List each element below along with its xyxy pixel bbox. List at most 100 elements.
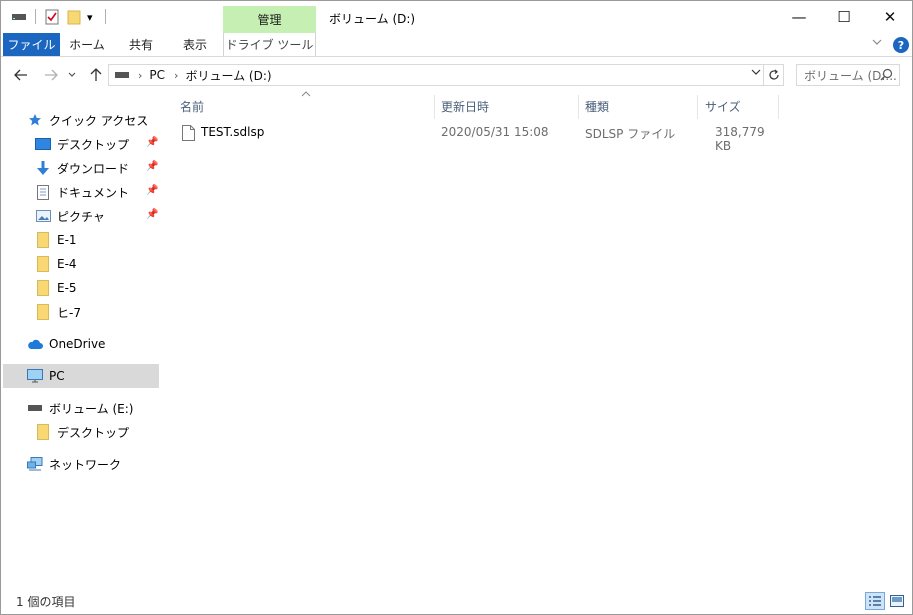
- column-divider[interactable]: [778, 95, 779, 119]
- pin-icon[interactable]: 📌: [146, 209, 158, 220]
- nav-label: デスクトップ: [57, 425, 130, 440]
- file-size: 318,779 KB: [715, 125, 765, 153]
- nav-quick-access[interactable]: クイック アクセス: [3, 108, 159, 132]
- breadcrumb-chevron-icon[interactable]: ›: [174, 69, 178, 82]
- address-row: › PC › ボリューム (D:) ボリューム (D:...: [1, 58, 912, 92]
- column-header-modified[interactable]: 更新日時: [441, 93, 489, 119]
- tab-file[interactable]: ファイル: [3, 33, 60, 56]
- tab-view[interactable]: 表示: [168, 33, 222, 56]
- tab-share[interactable]: 共有: [114, 33, 168, 56]
- back-arrow-icon[interactable]: [11, 66, 31, 84]
- file-icon: [182, 125, 195, 144]
- toolbar-separator: [105, 9, 106, 24]
- close-button[interactable]: ✕: [867, 1, 912, 33]
- item-count: 1 個の項目: [16, 595, 76, 609]
- nav-pictures[interactable]: ピクチャ 📌: [3, 204, 159, 228]
- drive-icon[interactable]: [11, 7, 27, 27]
- sort-ascending-icon: [301, 90, 311, 100]
- document-icon: [35, 184, 51, 200]
- nav-network[interactable]: ネットワーク: [3, 452, 159, 476]
- picture-icon: [35, 208, 51, 224]
- pin-icon[interactable]: 📌: [146, 137, 158, 148]
- forward-arrow-icon[interactable]: [41, 66, 61, 84]
- column-header-size[interactable]: サイズ: [705, 93, 741, 119]
- nav-folder-e1[interactable]: E-1: [3, 228, 159, 252]
- file-list-pane: 名前 更新日時 種類 サイズ TEST.sdlsp 2020/05/31 15:…: [161, 90, 912, 588]
- file-type: SDLSP ファイル: [585, 127, 676, 141]
- nav-onedrive[interactable]: OneDrive: [3, 332, 159, 356]
- cloud-icon: [27, 336, 43, 352]
- nav-desktop[interactable]: デスクトップ 📌: [3, 132, 159, 156]
- title-bar: ▾ 管理 ボリューム (D:) — ☐ ✕: [1, 1, 912, 33]
- file-name[interactable]: TEST.sdlsp: [201, 125, 264, 139]
- nav-volume-e[interactable]: ボリューム (E:): [3, 396, 159, 420]
- folder-icon: [35, 304, 51, 320]
- nav-folder-hi7[interactable]: ヒ-7: [3, 300, 159, 324]
- nav-label: ネットワーク: [49, 457, 122, 472]
- search-icon[interactable]: [880, 68, 893, 84]
- breadcrumb-volume-d[interactable]: ボリューム (D:): [185, 67, 271, 84]
- context-tab-header: 管理: [223, 6, 316, 33]
- nav-label: ヒ-7: [57, 305, 81, 320]
- nav-label: E-5: [57, 281, 77, 295]
- nav-desktop-folder[interactable]: デスクトップ: [3, 420, 159, 444]
- nav-label: PC: [49, 369, 65, 383]
- nav-folder-e4[interactable]: E-4: [3, 252, 159, 276]
- folder-icon: [35, 424, 51, 440]
- maximize-button[interactable]: ☐: [821, 1, 867, 33]
- toolbar-separator: [35, 9, 36, 24]
- breadcrumb-chevron-icon[interactable]: ›: [138, 69, 142, 82]
- tab-home[interactable]: ホーム: [60, 33, 114, 56]
- pin-icon[interactable]: 📌: [146, 161, 158, 172]
- drive-icon: [115, 72, 129, 78]
- nav-label: E-1: [57, 233, 77, 247]
- help-icon[interactable]: ?: [893, 37, 909, 53]
- drive-icon: [27, 400, 43, 416]
- nav-label: クイック アクセス: [49, 113, 149, 128]
- download-arrow-icon: [35, 160, 51, 176]
- folder-icon: [35, 256, 51, 272]
- address-bar[interactable]: › PC › ボリューム (D:): [108, 64, 784, 86]
- refresh-icon[interactable]: [763, 65, 783, 85]
- breadcrumb-pc[interactable]: PC: [149, 68, 165, 82]
- nav-label: ドキュメント: [57, 185, 130, 200]
- folder-icon: [35, 280, 51, 296]
- column-divider[interactable]: [434, 95, 435, 119]
- search-input[interactable]: ボリューム (D:...: [796, 64, 900, 86]
- large-icons-view-icon[interactable]: [887, 592, 907, 610]
- new-folder-icon[interactable]: [67, 7, 81, 27]
- nav-label: E-4: [57, 257, 77, 271]
- recent-locations-chevron-icon[interactable]: [65, 66, 79, 84]
- nav-folder-e5[interactable]: E-5: [3, 276, 159, 300]
- nav-downloads[interactable]: ダウンロード 📌: [3, 156, 159, 180]
- ribbon-expand-icon[interactable]: [871, 36, 883, 51]
- window-title: ボリューム (D:): [329, 12, 416, 26]
- details-view-icon[interactable]: [865, 592, 885, 610]
- properties-icon[interactable]: [45, 7, 59, 27]
- pin-icon[interactable]: 📌: [146, 185, 158, 196]
- minimize-button[interactable]: —: [776, 1, 822, 33]
- nav-label: ピクチャ: [57, 209, 105, 224]
- nav-label: ダウンロード: [57, 161, 130, 176]
- folder-icon: [35, 232, 51, 248]
- address-history-dropdown-icon[interactable]: [751, 67, 761, 78]
- nav-label: デスクトップ: [57, 137, 130, 152]
- status-bar: 1 個の項目: [1, 589, 912, 614]
- nav-documents[interactable]: ドキュメント 📌: [3, 180, 159, 204]
- nav-label: ボリューム (E:): [49, 401, 134, 416]
- customize-toolbar-dropdown-icon[interactable]: ▾: [87, 7, 93, 27]
- file-modified: 2020/05/31 15:08: [441, 125, 549, 139]
- up-arrow-icon[interactable]: [86, 66, 106, 84]
- explorer-window: ▾ 管理 ボリューム (D:) — ☐ ✕ ファイル ホーム 共有 表示 ドライ…: [0, 0, 913, 615]
- file-row[interactable]: TEST.sdlsp 2020/05/31 15:08 SDLSP ファイル 3…: [179, 122, 779, 153]
- tab-drive-tools[interactable]: ドライブ ツール: [223, 33, 316, 56]
- column-header-name[interactable]: 名前: [180, 93, 204, 119]
- desktop-icon: [35, 136, 51, 152]
- navigation-pane: クイック アクセス デスクトップ 📌 ダウンロード 📌 ドキュメント 📌 ピクチ…: [1, 93, 161, 588]
- column-divider[interactable]: [578, 95, 579, 119]
- network-icon: [27, 456, 43, 472]
- nav-pc[interactable]: PC: [3, 364, 159, 388]
- column-header-type[interactable]: 種類: [585, 93, 609, 119]
- nav-label: OneDrive: [49, 337, 106, 351]
- column-divider[interactable]: [697, 95, 698, 119]
